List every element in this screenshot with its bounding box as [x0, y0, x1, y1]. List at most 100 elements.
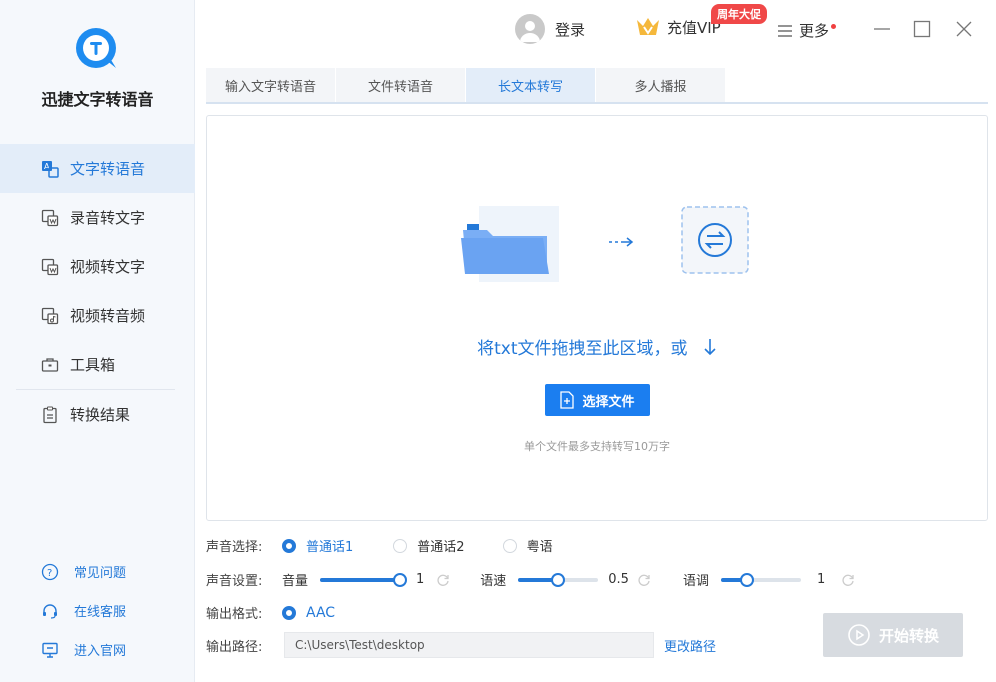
choose-file-label: 选择文件	[582, 394, 635, 410]
file-drop-area[interactable]: 将txt文件拖拽至此区域，或 选择文件 单个文件最多支持转写10万字	[206, 115, 988, 521]
sidebar-item-recording-to-text[interactable]: 录音转文字	[0, 193, 195, 242]
sidebar-item-results[interactable]: 转换结果	[0, 390, 195, 439]
output-path-row: 输出路径: C:\Users\Test\desktop 更改路径	[206, 632, 716, 658]
voice-option-label: 普通话2	[417, 540, 465, 555]
close-button[interactable]	[953, 18, 975, 40]
volume-knob[interactable]	[393, 572, 407, 587]
svg-text:?: ?	[47, 568, 52, 579]
tab-input-text[interactable]: 输入文字转语音	[206, 68, 336, 102]
tab-long-text[interactable]: 长文本转写	[466, 68, 596, 102]
help-icon: ?	[40, 562, 60, 582]
drop-prompt-text: 将txt文件拖拽至此区域，或	[477, 339, 688, 359]
sidebar-item-text-to-speech[interactable]: A 文字转语音	[0, 144, 195, 193]
pitch-track	[720, 572, 801, 587]
file-add-icon	[560, 391, 575, 409]
speed-label: 语速	[480, 574, 507, 589]
voice-option-cantonese[interactable]: 粤语	[502, 536, 553, 555]
sidebar-item-label: 文字转语音	[70, 160, 146, 178]
video-audio-icon	[40, 306, 60, 326]
speed-value: 0.5	[608, 572, 629, 587]
voice-settings-row: 声音设置: 音量 1 语速 0.5 语调 1	[206, 570, 855, 589]
pitch-knob[interactable]	[740, 572, 755, 587]
app-name: 迅捷文字转语音	[41, 90, 154, 109]
pitch-label: 语调	[682, 574, 709, 589]
video-text-icon	[40, 257, 60, 277]
help-link[interactable]: ? 常见问题	[0, 552, 195, 591]
support-link[interactable]: 在线客服	[0, 591, 195, 630]
sidebar-item-label: 视频转文字	[70, 258, 146, 276]
help-label: 常见问题	[74, 566, 127, 581]
speed-knob[interactable]	[551, 572, 566, 587]
start-label: 开始转换	[878, 626, 939, 645]
maximize-button[interactable]	[911, 18, 933, 40]
sidebar-bottom-links: ? 常见问题 在线客服 进入官网	[0, 552, 195, 669]
radio-selected	[282, 538, 296, 553]
speed-track	[518, 572, 599, 587]
mode-tabs: 输入文字转语音 文件转语音 长文本转写 多人播报	[206, 68, 988, 104]
volume-fill	[320, 577, 400, 582]
format-value: AAC	[306, 604, 336, 621]
arrow-down-icon	[703, 338, 717, 361]
pitch-slider[interactable]	[720, 572, 801, 587]
avatar	[515, 14, 545, 44]
arrow-right-icon	[607, 234, 635, 254]
website-label: 进入官网	[74, 644, 127, 659]
volume-reset-icon[interactable]	[436, 573, 450, 587]
speed-slider[interactable]	[518, 572, 599, 587]
sidebar-item-label: 工具箱	[70, 356, 116, 374]
voice-option-label: 粤语	[526, 540, 553, 555]
play-icon	[847, 623, 871, 647]
tab-file-to-speech[interactable]: 文件转语音	[336, 68, 466, 102]
crown-icon	[635, 16, 661, 38]
speed-reset-icon[interactable]	[637, 573, 651, 587]
toolbox-icon	[40, 355, 60, 375]
notification-dot	[831, 24, 837, 29]
result-icon	[40, 405, 60, 425]
settings-label: 声音设置:	[206, 574, 263, 589]
voice-option-label: 普通话1	[306, 540, 354, 555]
radio-selected	[282, 605, 296, 620]
sidebar-item-video-to-text[interactable]: 视频转文字	[0, 242, 195, 291]
output-format-row: 输出格式: AAC	[206, 603, 359, 623]
login-button[interactable]: 登录	[515, 14, 585, 44]
drop-prompt: 将txt文件拖拽至此区域，或	[207, 334, 987, 361]
login-label: 登录	[555, 20, 586, 39]
change-path-link[interactable]: 更改路径	[664, 636, 716, 655]
sidebar-item-toolbox[interactable]: 工具箱	[0, 340, 195, 389]
format-label: 输出格式:	[206, 607, 263, 622]
sidebar-item-video-to-audio[interactable]: 视频转音频	[0, 291, 195, 340]
volume-label: 音量	[282, 574, 309, 589]
path-label: 输出路径:	[206, 639, 263, 655]
voice-selection-row: 声音选择: 普通话1 普通话2 粤语	[206, 536, 577, 555]
sidebar-item-label: 视频转音频	[70, 307, 146, 325]
choose-file-button[interactable]: 选择文件	[545, 384, 650, 416]
convert-icon	[681, 206, 749, 278]
voice-option-mandarin2[interactable]: 普通话2	[393, 536, 465, 555]
volume-value: 1	[416, 572, 425, 587]
volume-slider[interactable]	[320, 572, 407, 587]
app-logo-icon	[72, 24, 120, 72]
tab-multi-speaker[interactable]: 多人播报	[596, 68, 726, 102]
output-path-field[interactable]: C:\Users\Test\desktop	[284, 632, 654, 658]
folder-icon	[459, 204, 559, 288]
minimize-button[interactable]	[871, 18, 893, 40]
monitor-icon	[40, 640, 60, 660]
sidebar-item-label: 转换结果	[70, 406, 131, 424]
start-convert-button[interactable]: 开始转换	[823, 613, 963, 657]
headset-icon	[40, 601, 60, 621]
website-link[interactable]: 进入官网	[0, 630, 195, 669]
radio-unselected	[502, 538, 517, 553]
file-limit-hint: 单个文件最多支持转写10万字	[524, 440, 670, 453]
more-menu-button[interactable]: 更多	[777, 20, 837, 41]
promo-badge: 周年大促	[711, 4, 767, 24]
sidebar-item-label: 录音转文字	[70, 209, 146, 227]
vip-button[interactable]: 充值VIP	[635, 16, 721, 38]
sidebar-nav: A 文字转语音 录音转文字 视频转文字 视频转音频 工具箱 转换结果	[0, 144, 195, 439]
support-label: 在线客服	[74, 605, 127, 620]
text-to-speech-icon: A	[40, 159, 60, 179]
pitch-reset-icon[interactable]	[841, 573, 855, 587]
format-option-aac[interactable]: AAC	[282, 605, 335, 621]
top-bar: 登录 充值VIP 周年大促 更多	[195, 0, 996, 62]
radio-unselected	[393, 538, 408, 553]
voice-option-mandarin1[interactable]: 普通话1	[282, 536, 353, 555]
